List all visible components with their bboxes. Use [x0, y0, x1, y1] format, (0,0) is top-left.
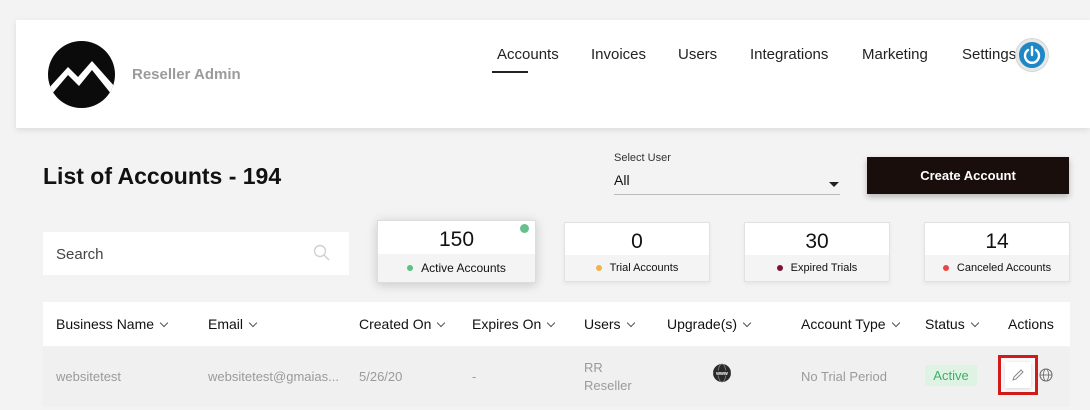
column-label: Email: [208, 316, 244, 332]
stat-value: 0: [631, 230, 643, 253]
chevron-down-icon: [159, 318, 169, 328]
stat-label: Active Accounts: [421, 261, 506, 275]
cell-users-role: Reseller: [584, 378, 632, 393]
nav-integrations[interactable]: Integrations: [750, 46, 828, 63]
stat-value: 30: [805, 230, 829, 253]
cell-email: websitetest@gmaias...: [208, 369, 339, 384]
cell-expires-on: -: [472, 369, 477, 384]
nav-settings[interactable]: Settings: [962, 46, 1016, 63]
top-header: Reseller Admin: [16, 20, 1090, 128]
column-header-email[interactable]: Email: [208, 316, 258, 332]
column-label: Status: [925, 316, 965, 332]
chevron-down-icon: [547, 318, 556, 328]
search-icon[interactable]: [313, 244, 331, 262]
stat-card-trial-accounts[interactable]: 0 Trial Accounts: [564, 222, 710, 282]
chevron-down-icon: [437, 318, 446, 328]
globe-icon[interactable]: [1039, 368, 1053, 382]
nav-active-indicator: [492, 71, 528, 73]
nav-marketing[interactable]: Marketing: [862, 46, 928, 63]
cell-account-type: No Trial Period: [801, 369, 887, 384]
create-account-button[interactable]: Create Account: [867, 157, 1069, 194]
stat-label: Trial Accounts: [609, 262, 679, 274]
chevron-down-icon: [626, 318, 635, 328]
search-input[interactable]: Search: [43, 232, 349, 275]
caret-down-icon[interactable]: [829, 182, 839, 187]
status-dot-icon: [776, 265, 783, 271]
column-label: Upgrade(s): [667, 316, 738, 332]
column-header-business-name[interactable]: Business Name: [56, 316, 169, 332]
select-user-label: Select User: [614, 152, 671, 164]
stat-label: Expired Trials: [790, 262, 858, 274]
pencil-icon: [1012, 369, 1024, 381]
chevron-down-icon: [891, 318, 900, 328]
nav-users[interactable]: Users: [678, 46, 717, 63]
column-label: Business Name: [56, 316, 155, 332]
stat-card-expired-trials[interactable]: 30 Expired Trials: [744, 222, 890, 282]
column-header-users[interactable]: Users: [584, 316, 635, 332]
chevron-down-icon: [742, 318, 752, 328]
status-dot-icon: [407, 265, 414, 271]
column-header-created-on[interactable]: Created On: [359, 316, 446, 332]
search-placeholder: Search: [56, 246, 104, 263]
cell-created-on: 5/26/20: [359, 369, 403, 384]
column-header-status[interactable]: Status: [925, 316, 979, 332]
www-globe-icon[interactable]: www: [712, 363, 732, 383]
cell-users-initials: RR: [584, 360, 603, 375]
nav-invoices[interactable]: Invoices: [591, 46, 646, 63]
status-dot-icon: [942, 265, 949, 271]
column-header-actions: Actions: [1008, 316, 1054, 332]
column-header-expires-on[interactable]: Expires On: [472, 316, 556, 332]
stat-card-canceled-accounts[interactable]: 14 Canceled Accounts: [924, 222, 1070, 282]
page-title: List of Accounts - 194: [43, 163, 282, 189]
status-dot-icon: [595, 265, 602, 271]
edit-button[interactable]: [1005, 362, 1031, 388]
chevron-down-icon: [248, 318, 258, 328]
stat-label: Canceled Accounts: [956, 262, 1052, 274]
select-user-dropdown[interactable]: All: [614, 172, 630, 188]
stat-value: 14: [985, 230, 1009, 253]
table-header: [43, 302, 1070, 346]
status-badge: Active: [925, 365, 977, 386]
brand-name: Reseller Admin: [132, 66, 241, 83]
chevron-down-icon: [970, 318, 979, 328]
company-logo[interactable]: [48, 41, 115, 108]
power-icon[interactable]: [1016, 39, 1048, 71]
column-label: Users: [584, 316, 621, 332]
svg-text:www: www: [715, 371, 728, 377]
table-row[interactable]: [43, 347, 1070, 407]
column-label: Created On: [359, 316, 432, 332]
column-header-upgrades[interactable]: Upgrade(s): [667, 316, 752, 332]
column-label: Expires On: [472, 316, 542, 332]
column-header-account-type[interactable]: Account Type: [801, 316, 900, 332]
edit-action-highlight[interactable]: [998, 355, 1038, 395]
select-underline: [614, 194, 840, 195]
column-label: Account Type: [801, 316, 886, 332]
stat-card-active-accounts[interactable]: 150 Active Accounts: [377, 220, 536, 283]
stat-value: 150: [438, 228, 475, 251]
nav-accounts[interactable]: Accounts: [497, 46, 559, 63]
cell-business-name: websitetest: [56, 369, 122, 384]
